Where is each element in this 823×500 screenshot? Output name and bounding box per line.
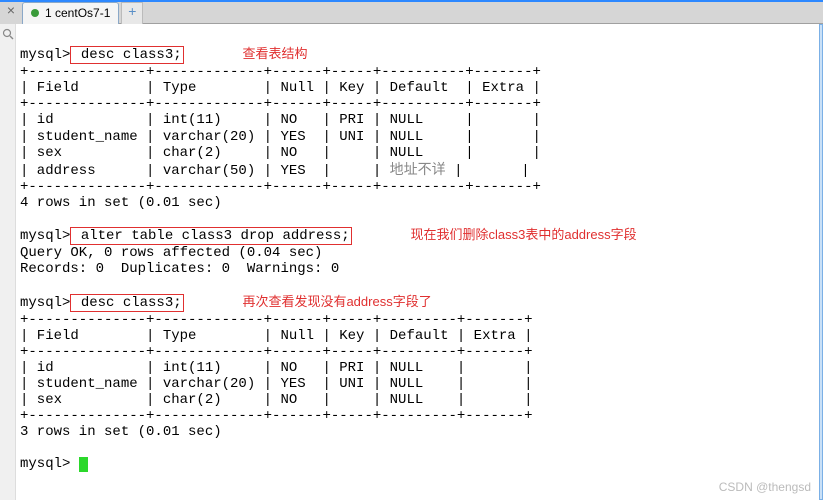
status-line: 4 rows in set (0.01 sec) [20,195,222,211]
window-top-accent [0,0,823,2]
tab-list-close[interactable]: × [0,0,22,24]
annotation: 再次查看发现没有address字段了 [242,294,431,309]
tab-bar: × 1 centOs7-1 + [0,0,823,24]
table-row-part: | address | varchar(50) | YES | | [20,163,390,179]
table-border: +--------------+-------------+------+---… [20,96,541,112]
table-row: | sex | char(2) | NO | | NULL | | [20,145,541,161]
tab-centos[interactable]: 1 centOs7-1 [22,2,119,24]
status-dot-icon [31,9,39,17]
cursor-icon [79,457,88,472]
search-icon[interactable] [2,28,14,40]
result-line: Records: 0 Duplicates: 0 Warnings: 0 [20,261,339,277]
command-highlight: desc class3; [70,294,183,312]
tab-add-button[interactable]: + [121,2,143,24]
status-line: 3 rows in set (0.01 sec) [20,424,222,440]
table-border: +--------------+-------------+------+---… [20,64,541,80]
table-row-part: | | [446,163,530,179]
close-icon: × [7,4,15,20]
table-header: | Field | Type | Null | Key | Default | … [20,328,532,344]
plus-icon: + [128,5,136,21]
default-value: 地址不详 [390,161,446,177]
mysql-prompt: mysql> [20,47,70,63]
annotation: 现在我们删除class3表中的address字段 [410,227,636,242]
vertical-scrollbar[interactable] [819,24,823,500]
table-border: +--------------+-------------+------+---… [20,344,532,360]
table-border: +--------------+-------------+------+---… [20,179,541,195]
tab-label: 1 centOs7-1 [45,6,110,20]
table-border: +--------------+-------------+------+---… [20,312,532,328]
table-row: | id | int(11) | NO | PRI | NULL | | [20,360,532,376]
table-row: | sex | char(2) | NO | | NULL | | [20,392,532,408]
watermark: CSDN @thengsd [719,480,811,494]
result-line: Query OK, 0 rows affected (0.04 sec) [20,245,322,261]
left-gutter [0,24,16,500]
table-row: | student_name | varchar(20) | YES | UNI… [20,376,532,392]
table-row: | id | int(11) | NO | PRI | NULL | | [20,112,541,128]
mysql-prompt: mysql> [20,228,70,244]
terminal-output[interactable]: mysql> desc class3; 查看表结构 +-------------… [16,24,819,500]
table-row: | student_name | varchar(20) | YES | UNI… [20,129,541,145]
annotation: 查看表结构 [242,46,307,61]
command-highlight: alter table class3 drop address; [70,227,351,245]
table-border: +--------------+-------------+------+---… [20,408,532,424]
mysql-prompt: mysql> [20,456,70,472]
command-highlight: desc class3; [70,46,183,64]
table-header: | Field | Type | Null | Key | Default | … [20,80,541,96]
mysql-prompt: mysql> [20,295,70,311]
